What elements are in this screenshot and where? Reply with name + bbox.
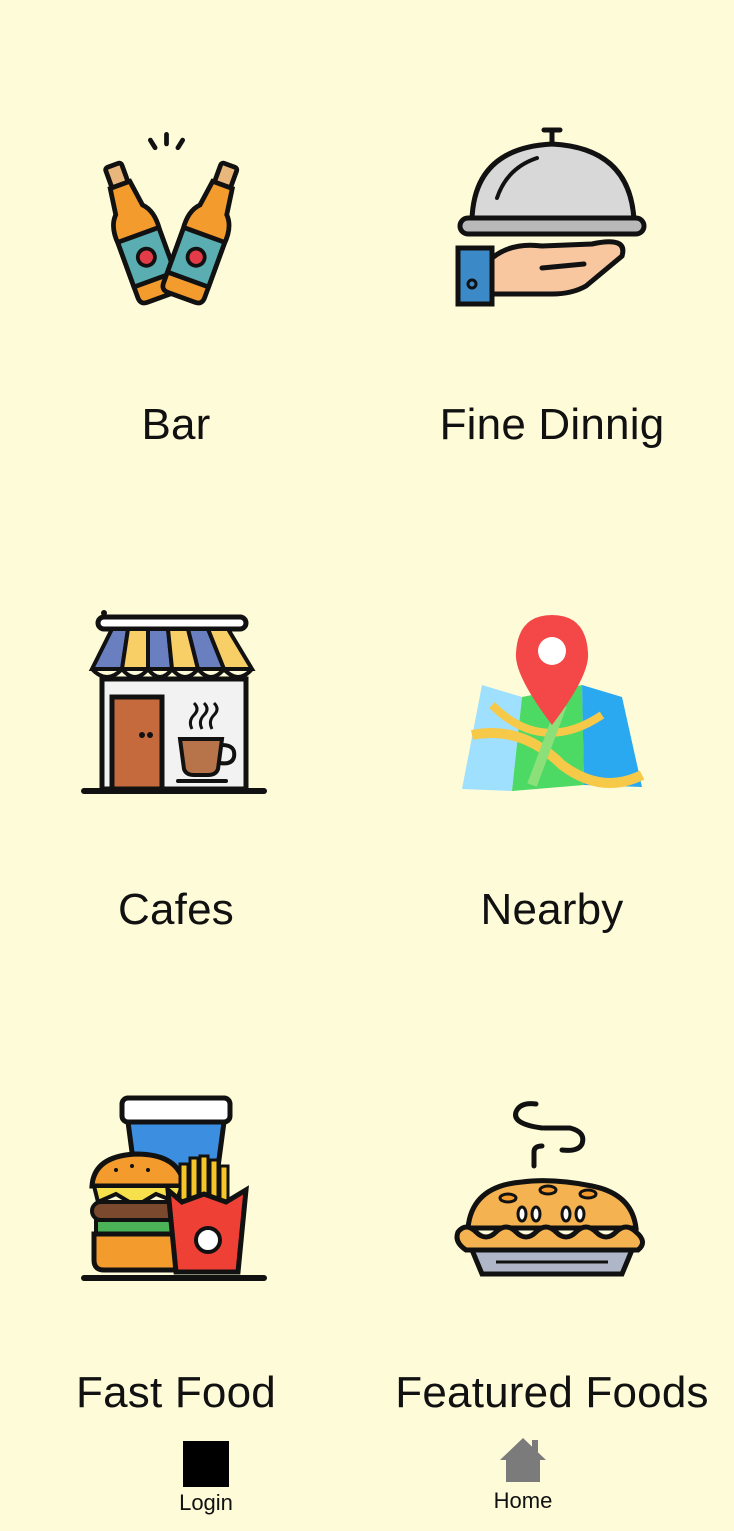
category-tile-nearby[interactable]: Nearby	[382, 605, 722, 1025]
map-pin-icon	[462, 615, 645, 791]
home-icon	[500, 1438, 546, 1482]
square-icon	[183, 1441, 229, 1487]
pie-icon	[454, 1101, 645, 1277]
burger-fries-drink-icon	[81, 1095, 267, 1281]
cloche-platter-icon	[455, 127, 647, 307]
category-label: Fast Food	[76, 1368, 276, 1417]
cafe-storefront-icon	[81, 610, 267, 794]
category-label: Cafes	[118, 885, 234, 934]
nav-login[interactable]: Login	[126, 1432, 286, 1522]
nav-home-label: Home	[493, 1488, 553, 1513]
category-label: Featured Foods	[395, 1368, 709, 1417]
bottom-navigation: Login Home	[0, 1432, 734, 1531]
category-tile-fine-dining[interactable]: Fine Dinnig	[382, 118, 722, 538]
category-tile-cafes[interactable]: Cafes	[6, 605, 346, 1025]
category-tile-bar[interactable]: Bar	[6, 118, 346, 538]
nav-login-label: Login	[179, 1490, 233, 1515]
category-label: Fine Dinnig	[439, 400, 665, 449]
category-label: Bar	[141, 400, 211, 449]
category-label: Nearby	[480, 885, 624, 934]
nav-home[interactable]: Home	[443, 1432, 603, 1522]
beer-bottles-icon	[103, 132, 240, 306]
